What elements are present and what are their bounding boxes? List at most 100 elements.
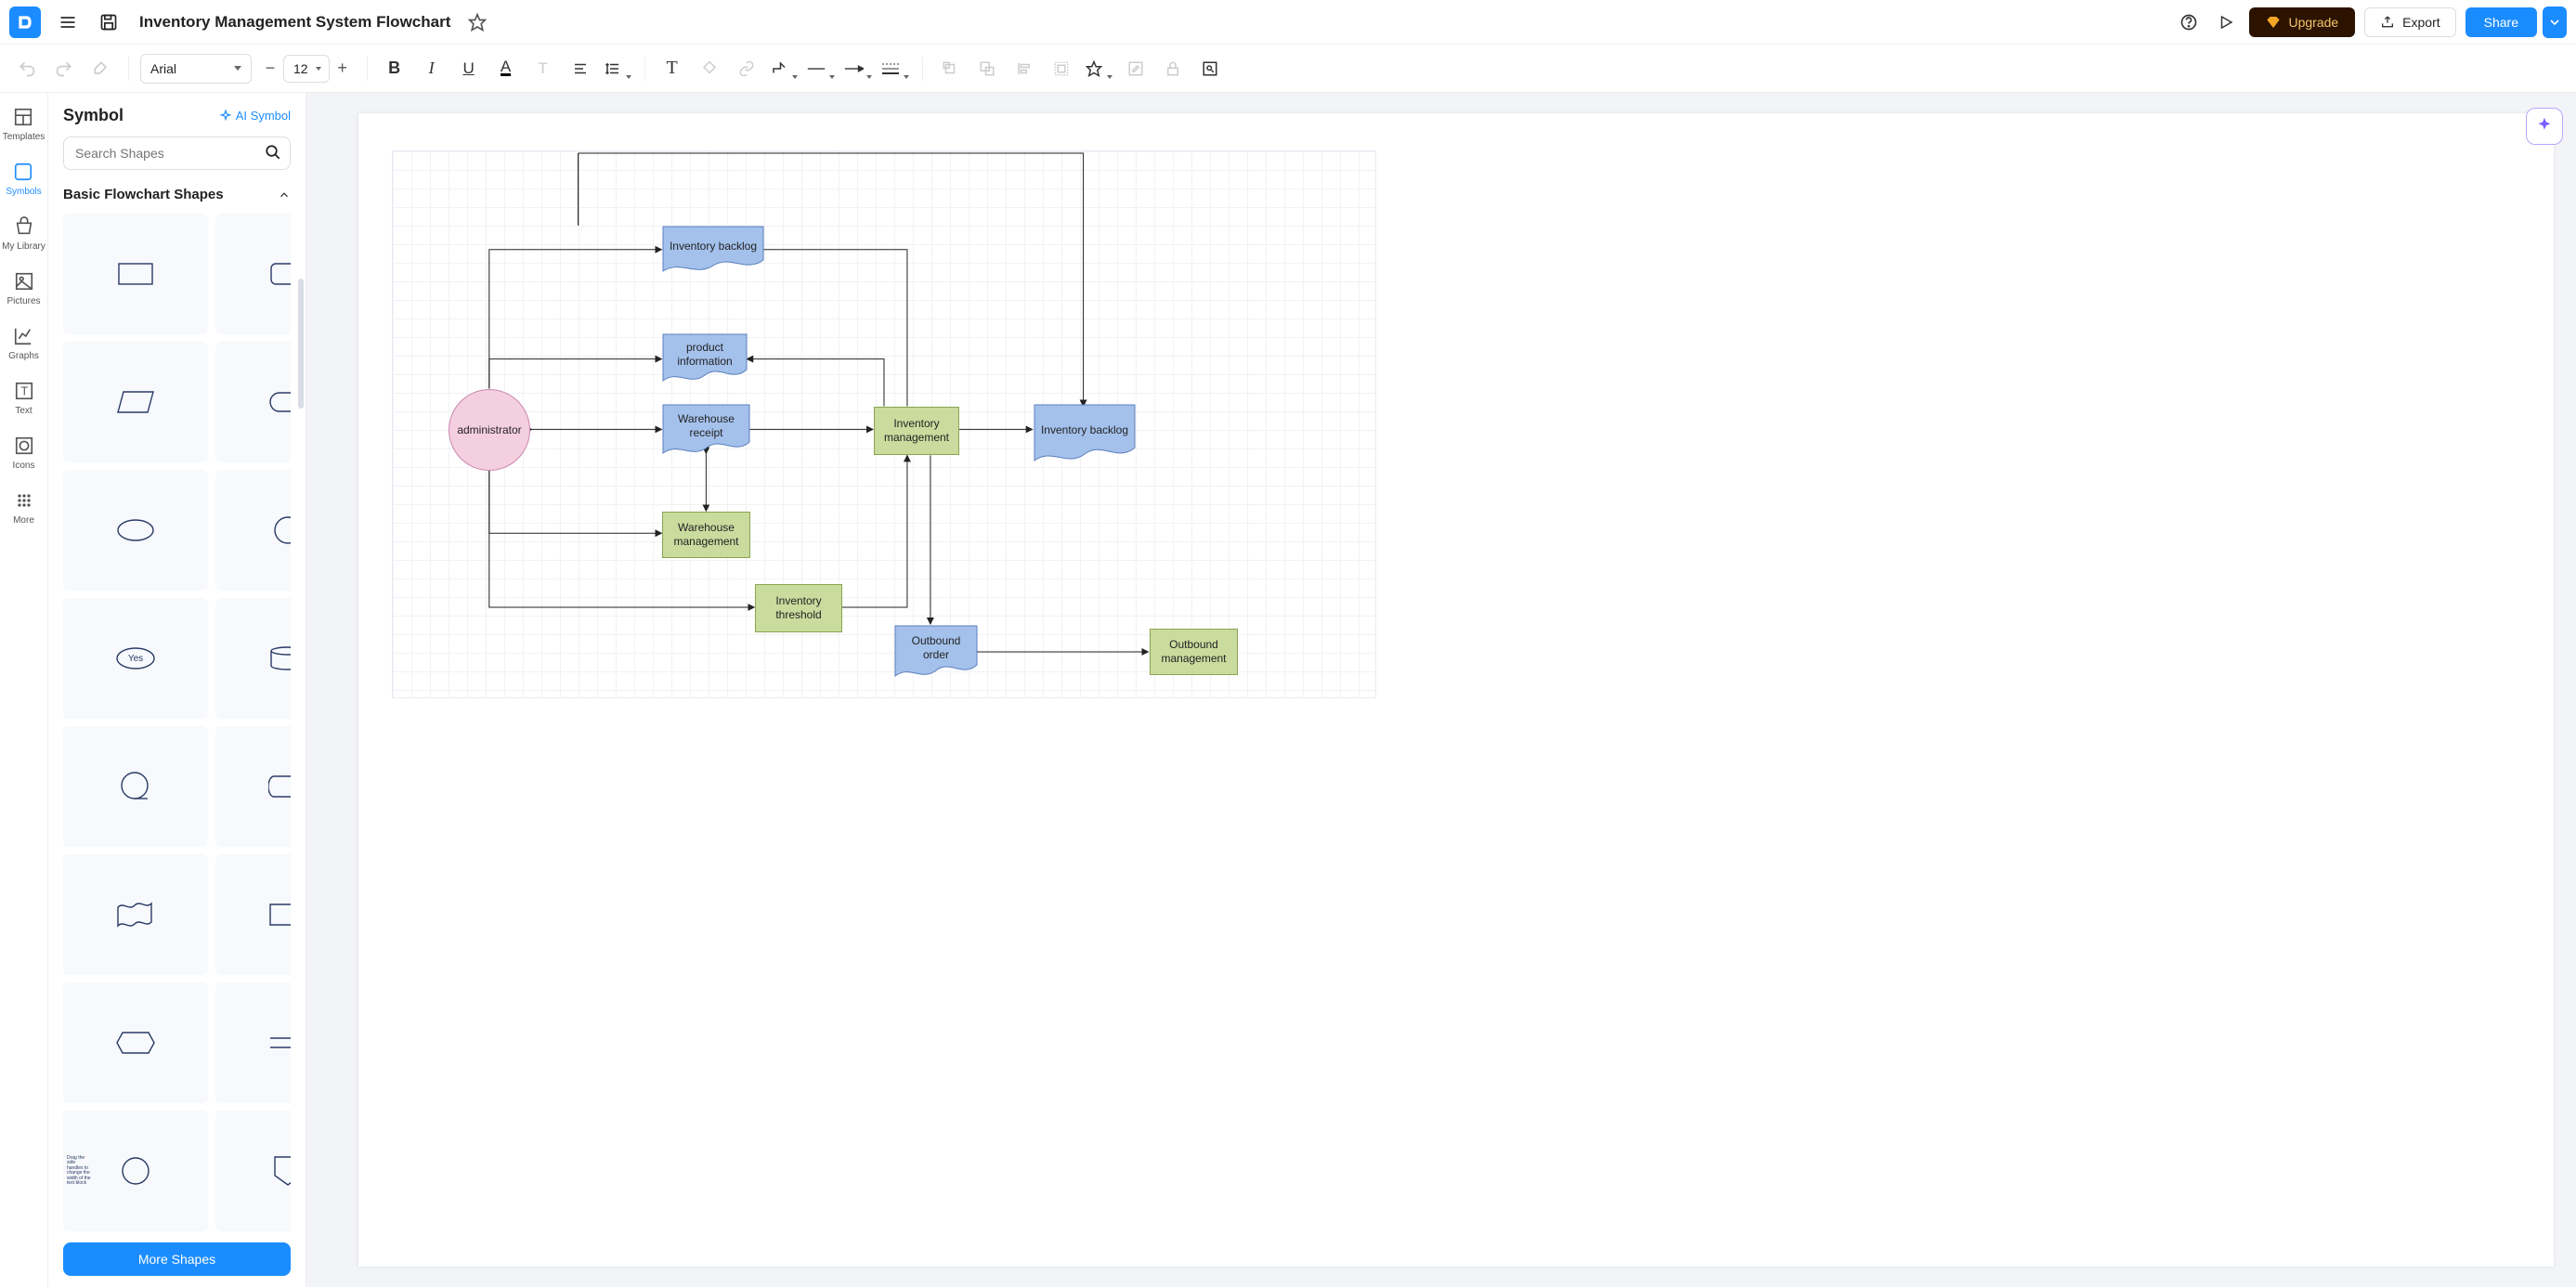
save-icon[interactable] bbox=[95, 8, 123, 36]
node-outbound-management[interactable]: Outbound management bbox=[1150, 629, 1238, 675]
panel-scrollbar-thumb[interactable] bbox=[298, 279, 304, 409]
font-size-increase-button[interactable]: + bbox=[330, 56, 356, 82]
node-warehouse-management[interactable]: Warehouse management bbox=[662, 512, 750, 558]
node-administrator[interactable]: administrator bbox=[449, 389, 530, 471]
rail-text[interactable]: T Text bbox=[13, 380, 35, 416]
search-input[interactable] bbox=[63, 136, 291, 170]
shape-database[interactable] bbox=[215, 598, 291, 719]
rail-templates[interactable]: Templates bbox=[3, 106, 46, 142]
shape-delay[interactable] bbox=[215, 854, 291, 975]
line-spacing-icon[interactable] bbox=[602, 53, 633, 84]
border-style-icon[interactable] bbox=[879, 53, 911, 84]
undo-icon[interactable] bbox=[11, 53, 43, 84]
chevron-up-icon bbox=[278, 188, 291, 202]
text-icon: T bbox=[13, 380, 35, 402]
upgrade-button[interactable]: Upgrade bbox=[2249, 7, 2355, 37]
font-size-decrease-button[interactable]: − bbox=[257, 56, 283, 82]
section-basic-flowchart[interactable]: Basic Flowchart Shapes bbox=[63, 187, 291, 202]
shape-direct-data[interactable] bbox=[215, 726, 291, 847]
align-icon[interactable] bbox=[565, 53, 596, 84]
export-icon bbox=[2380, 15, 2395, 30]
connector-icon[interactable] bbox=[768, 53, 800, 84]
fill-color-icon[interactable] bbox=[694, 53, 725, 84]
more-shapes-button[interactable]: More Shapes bbox=[63, 1242, 291, 1276]
bold-icon[interactable]: B bbox=[379, 53, 410, 84]
find-icon[interactable] bbox=[1194, 53, 1226, 84]
node-outbound-order[interactable]: Outbound order bbox=[894, 625, 978, 677]
export-label: Export bbox=[2402, 15, 2439, 30]
shape-off-page[interactable] bbox=[215, 1111, 291, 1231]
export-button[interactable]: Export bbox=[2364, 7, 2455, 37]
play-icon[interactable] bbox=[2212, 8, 2240, 36]
star-icon[interactable] bbox=[463, 8, 491, 36]
document-title[interactable]: Inventory Management System Flowchart bbox=[139, 13, 450, 32]
shape-ellipse[interactable] bbox=[63, 470, 208, 591]
group-icon[interactable] bbox=[1046, 53, 1077, 84]
shape-yes-ellipse[interactable]: Yes bbox=[63, 598, 208, 719]
font-color-icon[interactable]: A bbox=[490, 53, 522, 84]
shape-rectangle[interactable] bbox=[63, 214, 208, 334]
rail-graphs[interactable]: Graphs bbox=[8, 325, 39, 361]
hamburger-menu-icon[interactable] bbox=[54, 8, 82, 36]
topbar: Inventory Management System Flowchart Up… bbox=[0, 0, 2576, 45]
node-inventory-backlog-top[interactable]: Inventory backlog bbox=[662, 226, 764, 272]
sparkle-icon bbox=[219, 110, 232, 123]
shape-parallelogram[interactable] bbox=[63, 342, 208, 462]
font-size-select[interactable]: 12 bbox=[283, 55, 330, 83]
rail-more[interactable]: More bbox=[13, 489, 35, 526]
search-icon[interactable] bbox=[265, 144, 281, 165]
page[interactable]: administrator Inventory backlog product … bbox=[358, 113, 2554, 1267]
symbols-panel: Symbol AI Symbol Basic Flowchart Shapes bbox=[48, 93, 306, 1287]
arrow-style-icon[interactable] bbox=[842, 53, 874, 84]
node-inventory-threshold[interactable]: Inventory threshold bbox=[755, 584, 842, 632]
search-shapes bbox=[63, 136, 291, 170]
align-objects-icon[interactable] bbox=[1008, 53, 1040, 84]
node-inventory-backlog-right[interactable]: Inventory backlog bbox=[1034, 404, 1136, 462]
rail-pictures[interactable]: Pictures bbox=[7, 270, 40, 306]
text-highlight-icon[interactable]: T bbox=[527, 53, 559, 84]
send-back-icon[interactable] bbox=[971, 53, 1003, 84]
format-toolbar: Arial − 12 + B I U A T T bbox=[0, 45, 2576, 93]
pictures-icon bbox=[13, 270, 35, 292]
lock-icon[interactable] bbox=[1157, 53, 1189, 84]
templates-icon bbox=[12, 106, 34, 128]
more-icon bbox=[13, 489, 35, 512]
favorites-icon[interactable] bbox=[1083, 53, 1114, 84]
node-warehouse-receipt[interactable]: Warehouse receipt bbox=[662, 404, 750, 454]
text-tool-icon[interactable]: T bbox=[657, 53, 688, 84]
canvas-grid[interactable]: administrator Inventory backlog product … bbox=[392, 150, 1376, 698]
app-logo[interactable] bbox=[9, 6, 41, 38]
bring-front-icon[interactable] bbox=[934, 53, 966, 84]
line-style-icon[interactable] bbox=[805, 53, 837, 84]
share-label: Share bbox=[2484, 15, 2518, 30]
node-inventory-management[interactable]: Inventory management bbox=[874, 407, 959, 455]
rail-library[interactable]: My Library bbox=[2, 215, 46, 252]
rail-symbols[interactable]: Symbols bbox=[6, 161, 41, 197]
help-icon[interactable] bbox=[2175, 8, 2203, 36]
redo-icon[interactable] bbox=[48, 53, 80, 84]
canvas[interactable]: administrator Inventory backlog product … bbox=[306, 93, 2576, 1287]
svg-text:T: T bbox=[20, 384, 28, 398]
share-button[interactable]: Share bbox=[2465, 7, 2537, 37]
link-icon[interactable] bbox=[731, 53, 762, 84]
upgrade-label: Upgrade bbox=[2288, 15, 2338, 30]
shape-terminator[interactable] bbox=[215, 342, 291, 462]
left-rail: Templates Symbols My Library Pictures Gr… bbox=[0, 93, 48, 1287]
shape-tape[interactable] bbox=[63, 854, 208, 975]
share-caret-button[interactable] bbox=[2543, 6, 2567, 38]
shape-circle[interactable] bbox=[215, 470, 291, 591]
shape-rounded-rect[interactable] bbox=[215, 214, 291, 334]
shape-sequential[interactable] bbox=[63, 726, 208, 847]
ai-symbol-link[interactable]: AI Symbol bbox=[219, 109, 291, 123]
edit-icon[interactable] bbox=[1120, 53, 1151, 84]
ai-fab-button[interactable] bbox=[2526, 108, 2563, 145]
shape-preparation[interactable] bbox=[63, 982, 208, 1103]
rail-icons[interactable]: Icons bbox=[13, 435, 35, 471]
node-product-information[interactable]: product information bbox=[662, 333, 748, 382]
format-painter-icon[interactable] bbox=[85, 53, 117, 84]
italic-icon[interactable]: I bbox=[416, 53, 448, 84]
font-family-select[interactable]: Arial bbox=[140, 54, 252, 84]
underline-icon[interactable]: U bbox=[453, 53, 485, 84]
graphs-icon bbox=[12, 325, 34, 347]
shape-parallel[interactable] bbox=[215, 982, 291, 1103]
